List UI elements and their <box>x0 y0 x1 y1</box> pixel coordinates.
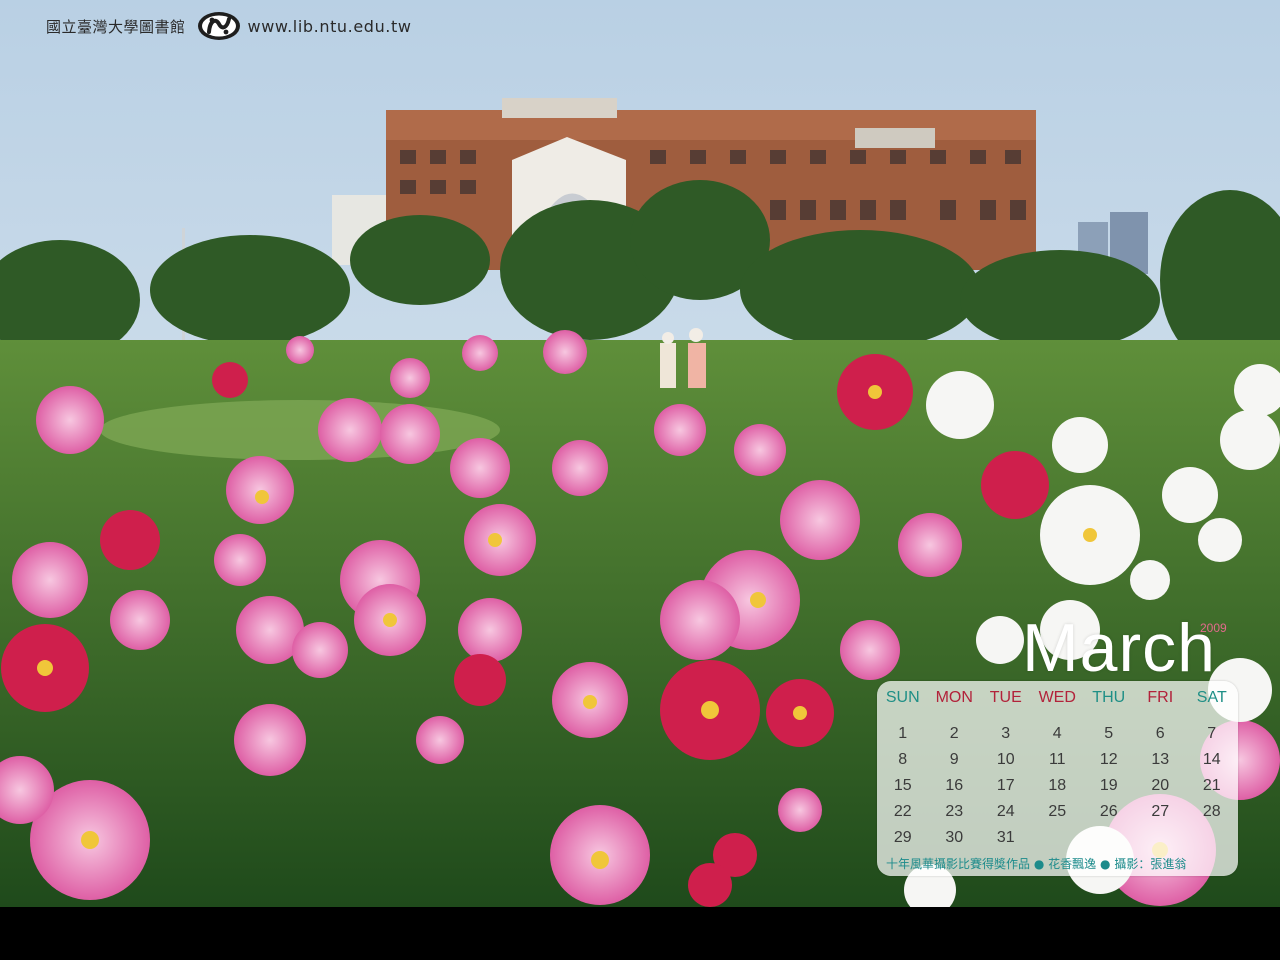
caption-separator: ● <box>1033 857 1045 871</box>
calendar-day: 10 <box>996 751 1015 768</box>
library-header: 國立臺灣大學圖書館 www.lib.ntu.edu.tw <box>46 10 412 42</box>
caption-title: 花香飄逸 <box>1048 857 1097 871</box>
calendar-day: 24 <box>996 803 1015 820</box>
caption-award: 十年風華攝影比賽得獎作品 <box>886 857 1031 871</box>
weekday-thu: THU <box>1092 689 1126 706</box>
caption-separator: ● <box>1100 857 1111 871</box>
calendar-day: 20 <box>1151 777 1170 794</box>
calendar-day: 27 <box>1151 803 1170 820</box>
calendar-day: 12 <box>1099 751 1118 768</box>
weekday-sat: SAT <box>1196 689 1227 706</box>
desktop-wallpaper: 國立臺灣大學圖書館 www.lib.ntu.edu.tw March 2009 … <box>0 0 1280 960</box>
photo-caption: 十年風華攝影比賽得獎作品 ● 花香飄逸 ● 攝影：張進翁 <box>886 855 1236 872</box>
caption-photographer: 攝影：張進翁 <box>1114 857 1187 871</box>
calendar-day: 30 <box>945 829 964 846</box>
weekday-wed: WED <box>1038 689 1076 706</box>
calendar-year: 2009 <box>1200 621 1227 635</box>
calendar-day: 29 <box>893 829 912 846</box>
weekday-fri: FRI <box>1147 689 1174 706</box>
calendar-day: 16 <box>945 777 964 794</box>
calendar-day: 2 <box>949 725 959 742</box>
bottom-black-bar <box>0 907 1280 960</box>
calendar-day: 4 <box>1052 725 1062 742</box>
calendar-day: 6 <box>1155 725 1165 742</box>
ntu-library-logo-icon <box>197 12 240 40</box>
weekday-sun: SUN <box>885 689 920 706</box>
calendar-day: 8 <box>898 751 908 768</box>
calendar-day: 19 <box>1099 777 1118 794</box>
library-url: www.lib.ntu.edu.tw <box>247 16 412 36</box>
library-name: 國立臺灣大學圖書館 <box>46 17 186 36</box>
calendar-day: 18 <box>1048 777 1067 794</box>
calendar-day: 15 <box>893 777 912 794</box>
calendar-weekday-header: SUN MON TUE WED THU FRI SAT <box>877 689 1238 707</box>
weekday-mon: MON <box>935 689 973 706</box>
calendar-day: 9 <box>949 751 959 768</box>
calendar-day: 17 <box>996 777 1015 794</box>
calendar-day: 1 <box>898 725 908 742</box>
calendar-day: 3 <box>1001 725 1011 742</box>
weekday-tue: TUE <box>989 689 1022 706</box>
calendar-panel: SUN MON TUE WED THU FRI SAT 1 2 3 4 5 6 7 8 9 10 11 12 13 1… <box>877 681 1238 876</box>
calendar-days-grid: 1 2 3 4 5 6 7 8 9 10 11 12 13 14 15 16 17 18 19 20 21 22 23 24 2… <box>877 721 1238 851</box>
calendar-month: March <box>1022 610 1216 686</box>
calendar-day: 26 <box>1099 803 1118 820</box>
calendar-day: 23 <box>945 803 964 820</box>
calendar-day: 31 <box>996 829 1015 846</box>
calendar-day: 25 <box>1048 803 1067 820</box>
calendar-day: 28 <box>1202 803 1221 820</box>
calendar-day: 13 <box>1151 751 1170 768</box>
calendar-day: 21 <box>1202 777 1221 794</box>
calendar-day: 5 <box>1104 725 1114 742</box>
calendar-day: 22 <box>893 803 912 820</box>
calendar-day: 11 <box>1048 751 1066 768</box>
calendar-day: 14 <box>1202 751 1221 768</box>
calendar-day: 7 <box>1207 725 1217 742</box>
